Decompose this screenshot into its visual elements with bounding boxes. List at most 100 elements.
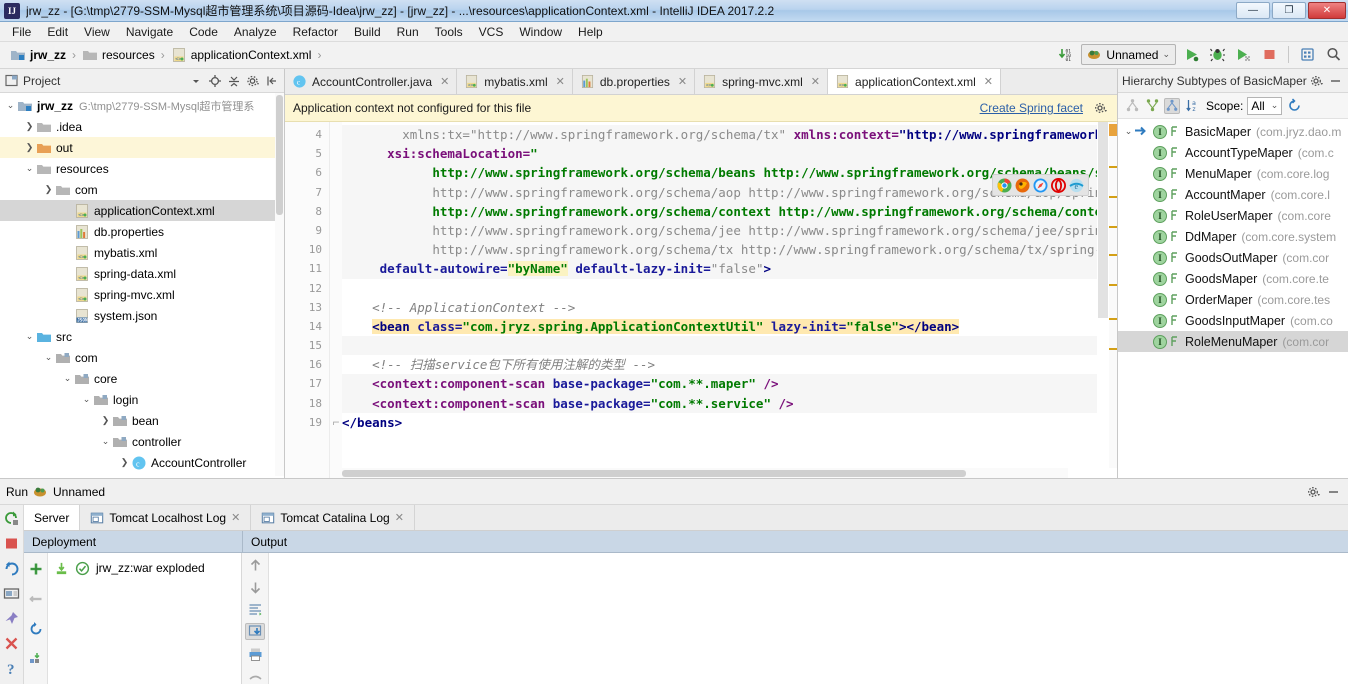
project-tree-item[interactable]: ⌄jrw_zzG:\tmp\2779-SSM-Mysql超市管理系	[0, 95, 284, 116]
code-line[interactable]: xsi:schemaLocation="	[342, 144, 1117, 163]
locate-icon[interactable]	[207, 73, 223, 89]
fold-marker[interactable]	[330, 183, 342, 202]
project-tree-item[interactable]: <>spring-mvc.xml	[0, 284, 284, 305]
hierarchy-item[interactable]: IAccountMaper(com.core.l	[1118, 184, 1348, 205]
stop-icon[interactable]	[1259, 44, 1280, 65]
deployment-list[interactable]: jrw_zz:war exploded	[48, 553, 242, 684]
close-icon[interactable]: ✕	[678, 75, 687, 88]
explorer-icon[interactable]: e	[1069, 178, 1084, 193]
menu-help[interactable]: Help	[570, 23, 611, 41]
safari-icon[interactable]	[1033, 178, 1048, 193]
menu-tools[interactable]: Tools	[427, 23, 471, 41]
subtypes-icon[interactable]	[1164, 98, 1180, 114]
soft-wrap-icon[interactable]	[245, 601, 265, 617]
opera-icon[interactable]	[1051, 178, 1066, 193]
close-icon[interactable]: ✕	[811, 75, 820, 88]
add-icon[interactable]	[26, 559, 46, 579]
run-tab[interactable]: Tomcat Catalina Log✕	[251, 505, 415, 530]
menu-run[interactable]: Run	[389, 23, 427, 41]
hide-icon[interactable]	[264, 73, 280, 89]
editor-gutter[interactable]: 45678910111213141516171819	[285, 122, 330, 478]
code-line[interactable]: <context:component-scan base-package="co…	[342, 374, 1117, 393]
chevron-down-icon[interactable]: ⌄	[99, 435, 112, 448]
project-tree-item[interactable]: ❯.idea	[0, 116, 284, 137]
print-icon[interactable]	[245, 646, 265, 662]
fold-marker[interactable]	[330, 163, 342, 182]
run-icon[interactable]	[1181, 44, 1202, 65]
chevron-down-icon[interactable]: ⌄	[1162, 49, 1170, 60]
project-tree-item[interactable]: ⌄login	[0, 389, 284, 410]
column-header-output[interactable]: Output	[243, 531, 1348, 553]
scroll-up-icon[interactable]	[245, 557, 265, 573]
export-icon[interactable]	[245, 668, 265, 684]
scope-select[interactable]: All ⌄	[1247, 97, 1282, 115]
rerun-icon[interactable]	[3, 509, 21, 527]
settings-icon[interactable]	[245, 73, 261, 89]
run-tab[interactable]: Tomcat Localhost Log✕	[80, 505, 251, 530]
project-tree-item[interactable]: ⌄controller	[0, 431, 284, 452]
fold-marker[interactable]	[330, 279, 342, 298]
menu-refactor[interactable]: Refactor	[285, 23, 346, 41]
chrome-icon[interactable]	[997, 178, 1012, 193]
code-line[interactable]: http://www.springframework.org/schema/co…	[342, 202, 1117, 221]
project-tree-item[interactable]: db.properties	[0, 221, 284, 242]
artifact-icon[interactable]	[26, 649, 46, 669]
fold-marker[interactable]	[330, 355, 342, 374]
remove-icon[interactable]	[26, 589, 46, 609]
hierarchy-item[interactable]: IGoodsOutMaper(com.cor	[1118, 247, 1348, 268]
chevron-down-icon[interactable]: ⌄	[4, 99, 17, 112]
chevron-down-icon[interactable]	[188, 73, 204, 89]
chevron-down-icon[interactable]: ⌄	[23, 162, 36, 175]
close-button[interactable]: ✕	[1308, 2, 1346, 19]
console-icon[interactable]	[3, 584, 21, 602]
hierarchy-item[interactable]: ⌄IBasicMaper(com.jryz.dao.m	[1118, 121, 1348, 142]
fold-marker[interactable]	[330, 144, 342, 163]
menu-vcs[interactable]: VCS	[471, 23, 512, 41]
collapse-all-icon[interactable]	[226, 73, 242, 89]
fold-marker[interactable]	[330, 374, 342, 393]
hierarchy-item[interactable]: IRoleUserMaper(com.core	[1118, 205, 1348, 226]
error-stripe[interactable]	[1109, 122, 1117, 468]
chevron-right-icon[interactable]: ❯	[99, 414, 112, 427]
hide-icon[interactable]	[1328, 73, 1344, 89]
firefox-icon[interactable]	[1015, 178, 1030, 193]
fold-marker[interactable]	[330, 125, 342, 144]
database-icon[interactable]	[1297, 44, 1318, 65]
maximize-button[interactable]: ❐	[1272, 2, 1306, 19]
hide-icon[interactable]	[1326, 484, 1342, 500]
fold-marker[interactable]	[330, 240, 342, 259]
editor-vertical-scrollbar[interactable]	[1097, 122, 1109, 468]
hierarchy-item[interactable]: IOrderMaper(com.core.tes	[1118, 289, 1348, 310]
code-line[interactable]: http://www.springframework.org/schema/je…	[342, 221, 1117, 240]
code-line[interactable]: xmlns:tx="http://www.springframework.org…	[342, 125, 1117, 144]
breadcrumb-item-2[interactable]: <>applicationContext.xml	[167, 46, 316, 64]
close-icon[interactable]: ✕	[395, 511, 404, 524]
project-tree-item[interactable]: JSONsystem.json	[0, 305, 284, 326]
minimize-button[interactable]: —	[1236, 2, 1270, 19]
fold-marker[interactable]	[330, 221, 342, 240]
project-tree-item[interactable]: ❯com	[0, 179, 284, 200]
hierarchy-item[interactable]: IDdMaper(com.core.system	[1118, 226, 1348, 247]
project-tree-item[interactable]: ❯cAccountController	[0, 452, 284, 473]
supertypes-icon[interactable]	[1144, 98, 1160, 114]
chevron-down-icon[interactable]: ⌄	[23, 330, 36, 343]
settings-icon[interactable]	[1093, 100, 1109, 116]
scroll-down-icon[interactable]	[245, 579, 265, 595]
column-header-deployment[interactable]: Deployment	[24, 531, 243, 553]
editor-tab[interactable]: db.properties✕	[573, 69, 695, 94]
editor-tab[interactable]: cAccountController.java✕	[285, 69, 457, 94]
chevron-down-icon[interactable]: ⌄	[42, 351, 55, 364]
code-line[interactable]: <context:component-scan base-package="co…	[342, 394, 1117, 413]
breadcrumb-item-1[interactable]: resources	[78, 46, 159, 64]
download-update-icon[interactable]: 01 10 01	[1055, 44, 1076, 65]
editor-tab[interactable]: <>mybatis.xml✕	[457, 69, 573, 94]
debug-icon[interactable]	[1207, 44, 1228, 65]
code-editor[interactable]: 45678910111213141516171819 ⌐ xmlns:tx="h…	[285, 122, 1117, 478]
menu-window[interactable]: Window	[511, 23, 570, 41]
settings-icon[interactable]	[1309, 73, 1325, 89]
menu-edit[interactable]: Edit	[39, 23, 76, 41]
code-line[interactable]	[342, 336, 1117, 355]
type-hierarchy-icon[interactable]	[1124, 98, 1140, 114]
project-tree-item[interactable]: ⌄src	[0, 326, 284, 347]
run-tab[interactable]: Server	[24, 505, 80, 530]
